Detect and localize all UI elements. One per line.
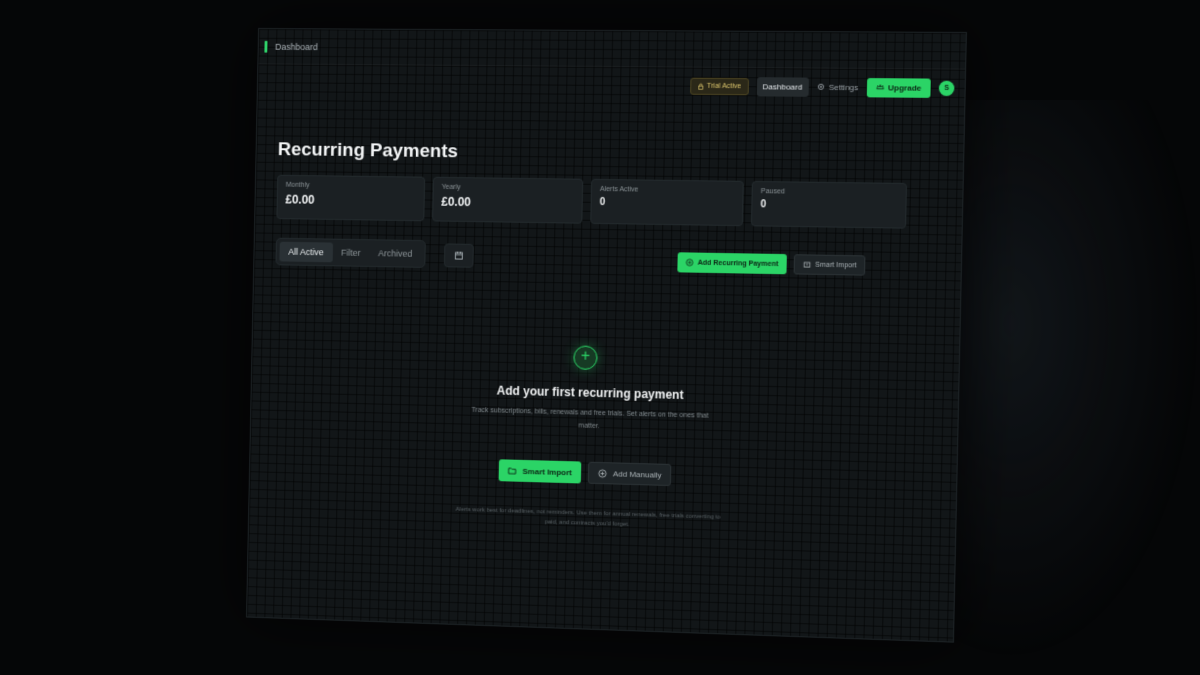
stat-label: Paused xyxy=(760,188,785,196)
crown-icon xyxy=(876,83,884,91)
stat-value: £0.00 xyxy=(285,192,315,207)
stat-label: Yearly xyxy=(441,183,461,192)
stat-card-yearly: Yearly £0.00 xyxy=(432,176,584,224)
add-recurring-payment-button[interactable]: Add Recurring Payment xyxy=(677,252,787,275)
stat-card-monthly: Monthly £0.00 xyxy=(276,174,426,222)
page-title: Recurring Payments xyxy=(277,139,459,163)
calendar-button[interactable] xyxy=(443,243,474,268)
stat-label: Alerts Active xyxy=(599,185,639,194)
tab-all-active[interactable]: All Active xyxy=(279,241,333,263)
empty-state-footnote: Alerts work best for deadlines, not remi… xyxy=(455,506,721,528)
calendar-icon xyxy=(454,251,464,261)
folder-icon xyxy=(508,466,517,474)
stat-label: Monthly xyxy=(285,181,310,189)
settings-label: Settings xyxy=(828,82,859,92)
smart-import-label: Smart Import xyxy=(522,466,573,477)
tab-filter[interactable]: Filter xyxy=(332,243,369,263)
empty-smart-import-button[interactable]: Smart Import xyxy=(498,459,582,484)
import-icon xyxy=(803,260,811,268)
upgrade-button[interactable]: Upgrade xyxy=(866,77,931,98)
empty-state-description: Track subscriptions, bills, renewals and… xyxy=(471,406,709,431)
add-circle-icon: + xyxy=(573,345,598,370)
smart-import-button[interactable]: Smart Import xyxy=(793,254,866,276)
title-bar: Dashboard xyxy=(258,28,966,70)
title-accent-bar xyxy=(264,40,268,53)
add-manually-button[interactable]: Add Manually xyxy=(587,461,672,487)
trial-label: Trial Active xyxy=(706,82,742,90)
stats-row: Monthly £0.00 Yearly £0.00 Alerts Active… xyxy=(276,174,907,229)
gear-icon xyxy=(816,83,824,91)
app-window: Dashboard Trial Active Dashboard Setting… xyxy=(246,28,967,643)
filter-tabs: All Active Filter Archived xyxy=(275,237,426,268)
avatar[interactable]: S xyxy=(938,80,955,96)
stat-card-paused: Paused 0 xyxy=(750,180,907,229)
upgrade-label: Upgrade xyxy=(887,82,922,93)
stat-value: 0 xyxy=(760,199,767,211)
lock-icon xyxy=(697,82,704,89)
background-glow xyxy=(930,100,1200,660)
empty-state-title: Add your first recurring payment xyxy=(496,383,684,403)
stat-card-alerts: Alerts Active 0 xyxy=(590,178,744,227)
plus-circle-icon xyxy=(598,468,607,478)
trial-badge[interactable]: Trial Active xyxy=(689,77,749,95)
add-label: Add Recurring Payment xyxy=(697,259,779,268)
nav-settings[interactable]: Settings xyxy=(816,82,859,92)
tab-archived[interactable]: Archived xyxy=(369,243,421,264)
stage: Dashboard Trial Active Dashboard Setting… xyxy=(0,0,1200,675)
add-manually-label: Add Manually xyxy=(612,468,662,480)
nav-dashboard[interactable]: Dashboard xyxy=(756,76,809,97)
window-title: Dashboard xyxy=(275,41,318,52)
import-label: Smart Import xyxy=(815,261,857,269)
plus-circle-icon xyxy=(685,258,693,266)
stat-value: £0.00 xyxy=(441,194,471,210)
stat-value: 0 xyxy=(599,196,606,209)
top-nav: Trial Active Dashboard Settings Upgrade … xyxy=(689,72,955,103)
